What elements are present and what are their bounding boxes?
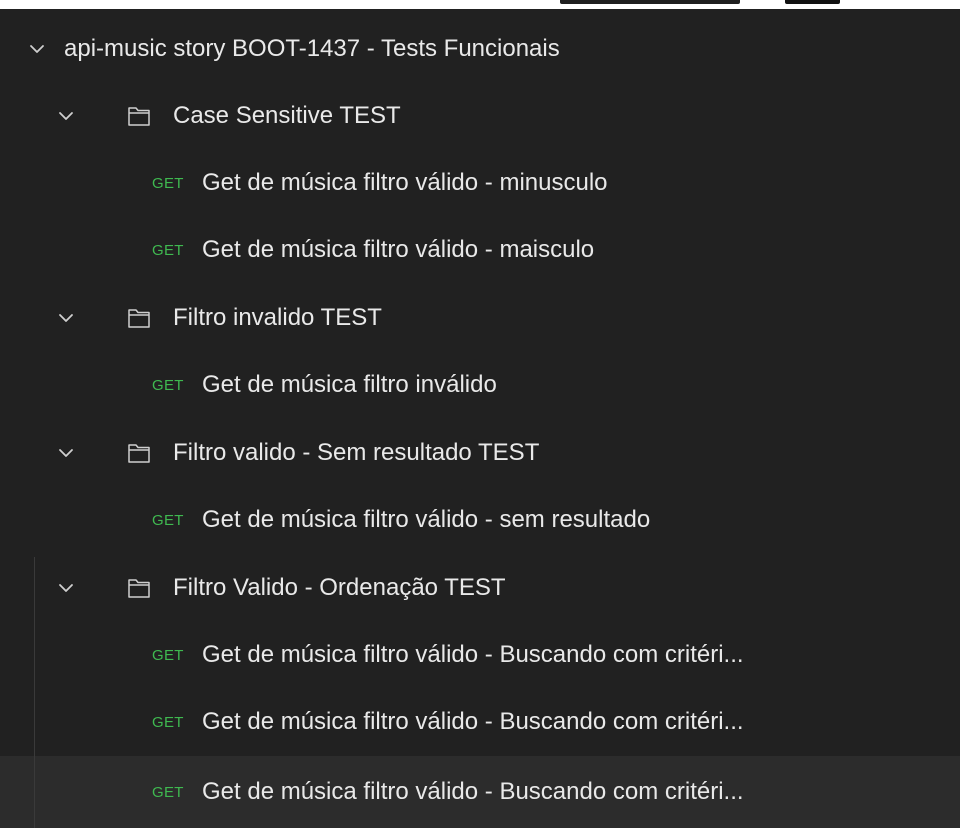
chevron-down-icon[interactable] bbox=[26, 38, 48, 60]
request-row[interactable]: GET Get de música filtro válido - maiscu… bbox=[0, 216, 960, 284]
request-name: Get de música filtro válido - Buscando c… bbox=[202, 641, 744, 668]
method-badge: GET bbox=[152, 783, 184, 801]
request-row[interactable]: GET Get de música filtro válido - sem re… bbox=[0, 486, 960, 554]
method-badge: GET bbox=[152, 376, 184, 394]
method-badge: GET bbox=[152, 511, 184, 529]
request-row[interactable]: GET Get de música filtro válido - Buscan… bbox=[0, 756, 960, 828]
request-row[interactable]: GET Get de música filtro válido - Buscan… bbox=[0, 688, 960, 756]
method-badge: GET bbox=[152, 646, 184, 664]
tree-indent-guide bbox=[34, 557, 35, 828]
request-name: Get de música filtro inválido bbox=[202, 371, 497, 398]
chevron-down-icon[interactable] bbox=[55, 307, 77, 329]
folder-row[interactable]: Filtro valido - Sem resultado TEST bbox=[0, 419, 960, 487]
clipped-top-area bbox=[0, 0, 960, 9]
clipped-text-fragment bbox=[560, 0, 740, 4]
request-name: Get de música filtro válido - minusculo bbox=[202, 169, 608, 196]
request-row[interactable]: GET Get de música filtro válido - Buscan… bbox=[0, 621, 960, 689]
collection-tree: api-music story BOOT-1437 - Tests Funcio… bbox=[0, 9, 960, 828]
request-name: Get de música filtro válido - maisculo bbox=[202, 236, 595, 263]
folder-name: Filtro invalido TEST bbox=[173, 304, 382, 331]
folder-row[interactable]: Case Sensitive TEST bbox=[0, 82, 960, 150]
request-name: Get de música filtro válido - sem result… bbox=[202, 506, 651, 533]
folder-row[interactable]: Filtro Valido - Ordenação TEST bbox=[0, 554, 960, 622]
folder-icon bbox=[127, 577, 151, 599]
chevron-down-icon[interactable] bbox=[55, 577, 77, 599]
request-row[interactable]: GET Get de música filtro válido - minusc… bbox=[0, 149, 960, 217]
request-name: Get de música filtro válido - Buscando c… bbox=[202, 778, 744, 805]
request-name: Get de música filtro válido - Buscando c… bbox=[202, 708, 744, 735]
chevron-down-icon[interactable] bbox=[55, 442, 77, 464]
request-row[interactable]: GET Get de música filtro inválido bbox=[0, 351, 960, 419]
method-badge: GET bbox=[152, 241, 184, 259]
folder-name: Filtro Valido - Ordenação TEST bbox=[173, 574, 506, 601]
folder-name: Case Sensitive TEST bbox=[173, 102, 401, 129]
collection-name: api-music story BOOT-1437 - Tests Funcio… bbox=[64, 35, 560, 62]
collection-row[interactable]: api-music story BOOT-1437 - Tests Funcio… bbox=[0, 15, 960, 83]
clipped-text-fragment bbox=[785, 0, 840, 4]
method-badge: GET bbox=[152, 174, 184, 192]
folder-name: Filtro valido - Sem resultado TEST bbox=[173, 439, 540, 466]
folder-icon bbox=[127, 105, 151, 127]
folder-icon bbox=[127, 442, 151, 464]
folder-icon bbox=[127, 307, 151, 329]
chevron-down-icon[interactable] bbox=[55, 105, 77, 127]
folder-row[interactable]: Filtro invalido TEST bbox=[0, 284, 960, 352]
method-badge: GET bbox=[152, 713, 184, 731]
